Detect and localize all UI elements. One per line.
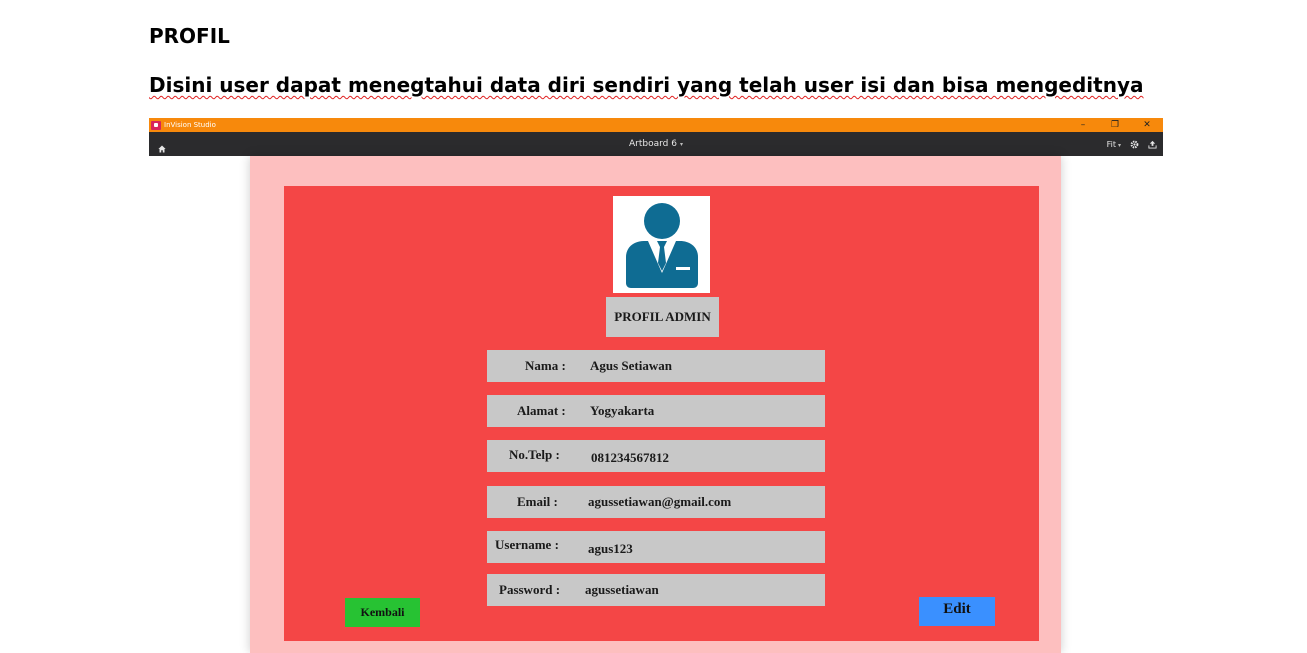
avatar [613, 196, 710, 293]
field-value: Yogyakarta [590, 403, 655, 418]
field-value: Agus Setiawan [590, 358, 672, 373]
artboard-selector[interactable]: Artboard 6 ▾ [149, 132, 1163, 157]
field-label: Password : [499, 582, 561, 597]
document-heading: PROFIL [149, 24, 230, 48]
invision-logo-icon [151, 120, 161, 130]
app-toolbar: Artboard 6 ▾ Fit ▾ [149, 132, 1163, 156]
field-alamat: Alamat : Yogyakarta [487, 395, 825, 427]
minimize-button[interactable]: – [1077, 118, 1089, 132]
field-value: agus123 [588, 541, 633, 556]
user-businessman-icon [625, 202, 698, 288]
chevron-down-icon: ▾ [1117, 141, 1121, 149]
document-description: Disini user dapat menegtahui data diri s… [149, 73, 1144, 97]
upload-icon[interactable] [1147, 139, 1157, 149]
description-text: Disini user dapat menegtahui data diri s… [149, 73, 1144, 97]
artboard-canvas: PROFIL ADMIN Nama : Agus Setiawan Alamat… [250, 156, 1061, 653]
zoom-selector[interactable]: Fit ▾ [1107, 140, 1121, 149]
field-password: Password : agussetiawan [487, 574, 825, 606]
toolbar-right: Fit ▾ [1107, 132, 1157, 156]
window-controls: – ❐ ✕ [1077, 118, 1153, 132]
field-label: Nama : [525, 358, 566, 373]
chevron-down-icon: ▾ [679, 141, 683, 148]
field-label: Alamat : [517, 403, 566, 418]
window-titlebar: InVision Studio – ❐ ✕ [149, 118, 1163, 132]
field-value: agussetiawan@gmail.com [588, 494, 732, 509]
page-title: PROFIL ADMIN [606, 297, 719, 337]
field-no-telp: No.Telp : 081234567812 [487, 440, 825, 472]
back-button[interactable]: Kembali [345, 598, 420, 627]
field-username: Username : agus123 [487, 531, 825, 563]
field-label: Username : [495, 537, 559, 552]
profile-panel: PROFIL ADMIN Nama : Agus Setiawan Alamat… [284, 186, 1039, 641]
gear-icon[interactable] [1129, 139, 1139, 149]
app-title: InVision Studio [164, 121, 216, 129]
field-email: Email : agussetiawan@gmail.com [487, 486, 825, 518]
zoom-label: Fit [1106, 139, 1116, 149]
field-value: 081234567812 [591, 450, 669, 465]
field-value: agussetiawan [585, 582, 659, 597]
invision-studio-window: InVision Studio – ❐ ✕ Artboard 6▾ Fit▾ [149, 118, 1163, 653]
close-button[interactable]: ✕ [1141, 118, 1153, 132]
field-nama: Nama : Agus Setiawan [487, 350, 825, 382]
field-label: No.Telp : [509, 447, 560, 462]
edit-button[interactable]: Edit [919, 597, 995, 626]
restore-button[interactable]: ❐ [1109, 118, 1121, 132]
field-label: Email : [517, 494, 558, 509]
artboard-name: Artboard 6 [629, 139, 677, 149]
